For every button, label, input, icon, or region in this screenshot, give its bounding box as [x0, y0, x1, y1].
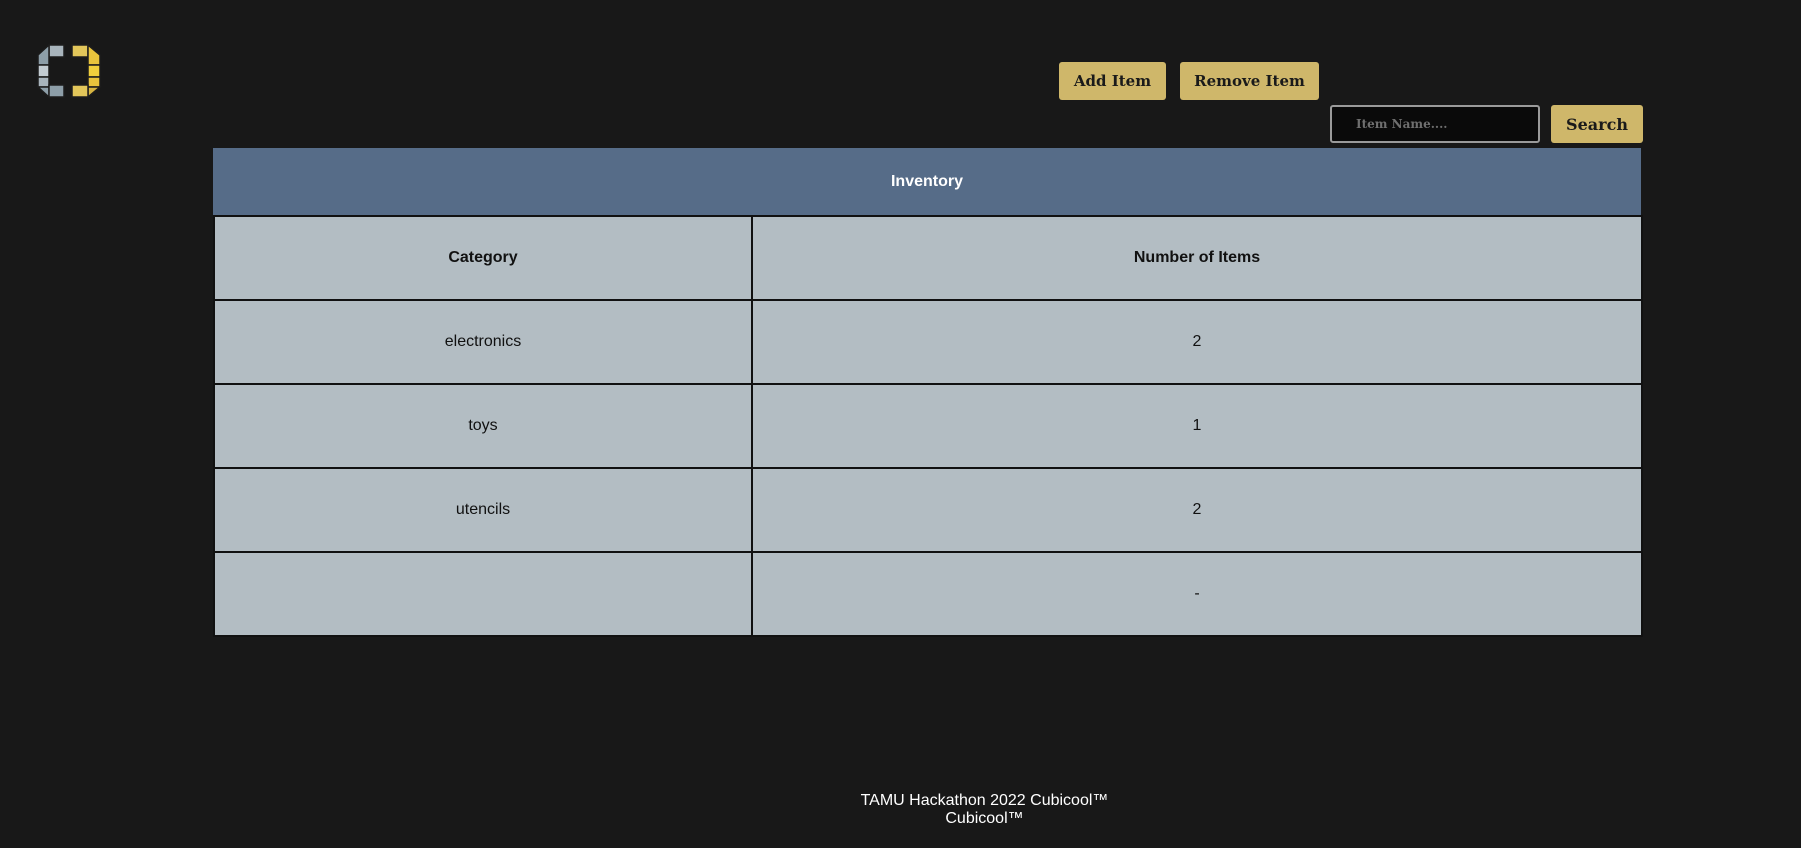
count-cell: 2: [751, 467, 1643, 553]
footer-line-2: Cubicool™: [945, 810, 1024, 827]
inventory-grid: Category Number of Items electronics 2 t…: [213, 215, 1643, 637]
remove-item-button[interactable]: Remove Item: [1180, 62, 1319, 100]
cube-logo-icon: [36, 43, 103, 99]
search-input[interactable]: [1330, 105, 1540, 143]
category-cell: utencils: [213, 467, 753, 553]
table-row: toys 1: [213, 383, 1643, 469]
count-cell: 1: [751, 383, 1643, 469]
category-cell: electronics: [213, 299, 753, 385]
footer: TAMU Hackathon 2022 Cubicool™ Cubicool™: [0, 792, 1801, 828]
column-header-count: Number of Items: [751, 215, 1643, 301]
table-row: utencils 2: [213, 467, 1643, 553]
count-cell: -: [751, 551, 1643, 637]
footer-line-1: TAMU Hackathon 2022 Cubicool™: [860, 792, 1109, 809]
table-row: -: [213, 551, 1643, 637]
category-cell: [213, 551, 753, 637]
inventory-table: Inventory Category Number of Items elect…: [213, 148, 1643, 637]
count-cell: 2: [751, 299, 1643, 385]
search-button[interactable]: Search: [1551, 105, 1643, 143]
column-header-category: Category: [213, 215, 753, 301]
table-row: electronics 2: [213, 299, 1643, 385]
table-header-row: Category Number of Items: [213, 215, 1643, 301]
category-cell: toys: [213, 383, 753, 469]
inventory-title: Inventory: [213, 148, 1641, 215]
add-item-button[interactable]: Add Item: [1059, 62, 1166, 100]
